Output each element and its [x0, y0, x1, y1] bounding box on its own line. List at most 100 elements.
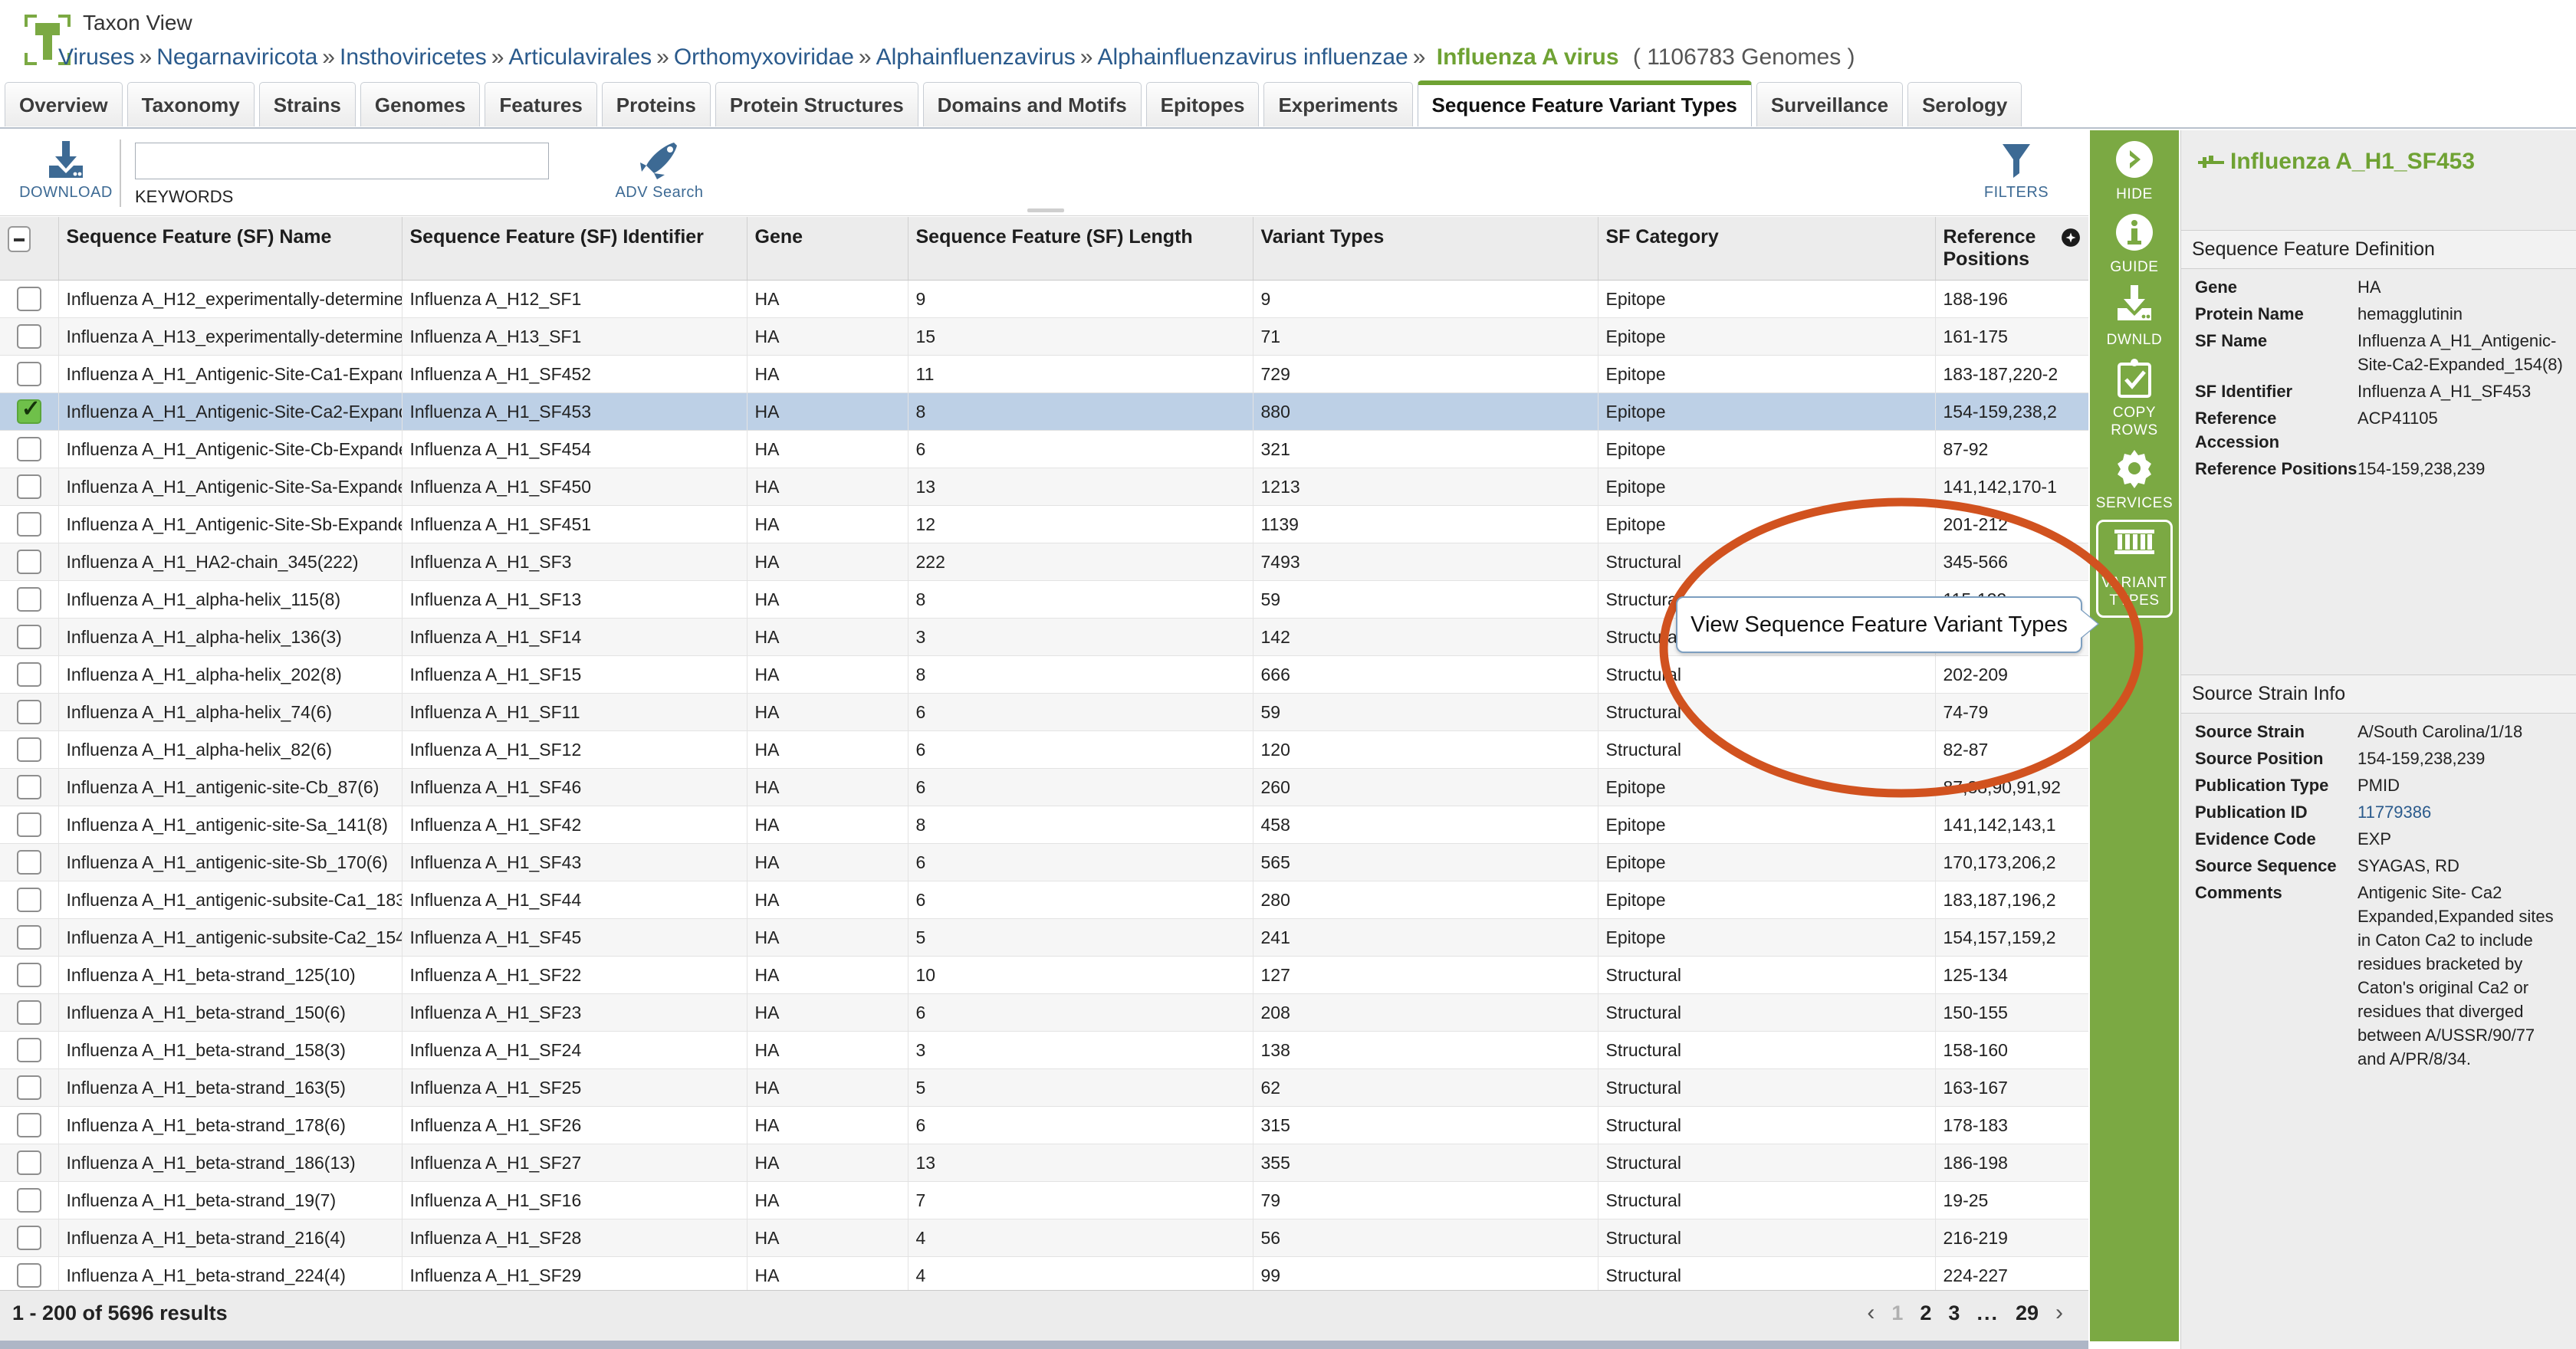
- table-row[interactable]: Influenza A_H1_alpha-helix_82(6) Influenz…: [0, 730, 2088, 769]
- column-settings-icon[interactable]: [2061, 228, 2081, 248]
- breadcrumb-item-6[interactable]: Alphainfluenzavirus influenzae: [1097, 44, 1408, 70]
- checkbox-icon[interactable]: [16, 287, 41, 311]
- checkbox-icon[interactable]: [16, 362, 41, 386]
- row-checkbox-cell[interactable]: [0, 843, 59, 881]
- source-strain-value[interactable]: 11779386: [2358, 800, 2566, 824]
- table-row[interactable]: Influenza A_H1_antigenic-subsite-Ca1_183…: [0, 881, 2088, 919]
- breadcrumb-item-1[interactable]: Negarnaviricota: [156, 44, 317, 70]
- table-row[interactable]: Influenza A_H1_alpha-helix_202(8) Influen…: [0, 655, 2088, 694]
- checkbox-icon[interactable]: [16, 587, 41, 612]
- pagination-prev[interactable]: ‹: [1858, 1300, 1883, 1326]
- table-row[interactable]: Influenza A_H1_antigenic-site-Cb_87(6) In…: [0, 768, 2088, 806]
- rail-item-copy-rows[interactable]: COPY ROWS: [2090, 356, 2179, 439]
- table-row[interactable]: Influenza A_H1_beta-strand_224(4) Influen…: [0, 1256, 2088, 1290]
- checkbox-icon[interactable]: [16, 474, 41, 499]
- table-row[interactable]: Influenza A_H1_beta-strand_216(4) Influen…: [0, 1219, 2088, 1257]
- checkbox-icon[interactable]: [16, 1113, 41, 1137]
- column-header-variant-types[interactable]: Variant Types: [1253, 217, 1598, 281]
- row-checkbox-cell[interactable]: [0, 618, 59, 656]
- checkbox-icon[interactable]: [16, 1263, 41, 1288]
- breadcrumb-item-0[interactable]: Viruses: [58, 44, 135, 70]
- row-checkbox-cell[interactable]: [0, 1031, 59, 1069]
- breadcrumb-item-3[interactable]: Articulavirales: [508, 44, 652, 70]
- pagination-page-3[interactable]: 3: [1940, 1301, 1968, 1325]
- breadcrumb-item-4[interactable]: Orthomyxoviridae: [674, 44, 854, 70]
- checkbox-icon[interactable]: [16, 625, 41, 649]
- breadcrumb-current[interactable]: Influenza A virus: [1437, 44, 1619, 70]
- checkbox-icon[interactable]: [16, 1000, 41, 1025]
- breadcrumb-item-2[interactable]: Insthoviricetes: [340, 44, 487, 70]
- row-checkbox-cell[interactable]: [0, 1256, 59, 1290]
- table-row[interactable]: Influenza A_H1_beta-strand_163(5) Influen…: [0, 1068, 2088, 1107]
- rail-item-services[interactable]: SERVICES: [2090, 447, 2179, 512]
- tab-protein-structures[interactable]: Protein Structures: [715, 82, 918, 126]
- column-header-gene[interactable]: Gene: [747, 217, 909, 281]
- tab-experiments[interactable]: Experiments: [1263, 82, 1413, 126]
- checkbox-icon[interactable]: [16, 550, 41, 574]
- pagination-page-2[interactable]: 2: [1911, 1301, 1940, 1325]
- row-checkbox-cell[interactable]: [0, 543, 59, 581]
- row-checkbox-cell[interactable]: [0, 1144, 59, 1182]
- tab-strains[interactable]: Strains: [258, 82, 356, 126]
- breadcrumb-item-5[interactable]: Alphainfluenzavirus: [876, 44, 1076, 70]
- adv-search-button[interactable]: ADV Search: [606, 139, 713, 202]
- checkbox-icon[interactable]: [16, 812, 41, 837]
- tab-overview[interactable]: Overview: [5, 82, 123, 126]
- column-header-sf-length[interactable]: Sequence Feature (SF) Length: [908, 217, 1254, 281]
- rail-item-dwnld[interactable]: DWNLD: [2090, 284, 2179, 349]
- checkbox-icon[interactable]: [16, 1150, 41, 1175]
- row-checkbox-cell[interactable]: [0, 693, 59, 731]
- table-row[interactable]: Influenza A_H1_beta-strand_150(6) Influen…: [0, 993, 2088, 1032]
- row-checkbox-cell[interactable]: [0, 280, 59, 318]
- row-checkbox-cell[interactable]: [0, 655, 59, 694]
- row-checkbox-cell[interactable]: [0, 468, 59, 506]
- row-checkbox-cell[interactable]: [0, 505, 59, 543]
- table-row[interactable]: Influenza A_H1_beta-strand_186(13) Influe…: [0, 1144, 2088, 1182]
- column-header-sf-identifier[interactable]: Sequence Feature (SF) Identifier: [402, 217, 748, 281]
- filters-button[interactable]: FILTERS: [1963, 139, 2070, 202]
- pagination-page-1[interactable]: 1: [1883, 1301, 1911, 1325]
- table-row[interactable]: Influenza A_H1_Antigenic-Site-Ca2-Expand…: [0, 392, 2088, 431]
- row-checkbox-cell[interactable]: [0, 1106, 59, 1144]
- row-checkbox-cell[interactable]: [0, 355, 59, 393]
- tab-domains-and-motifs[interactable]: Domains and Motifs: [922, 82, 1142, 126]
- checkbox-icon[interactable]: [16, 888, 41, 912]
- checkbox-icon[interactable]: [16, 737, 41, 762]
- checkbox-icon[interactable]: [16, 850, 41, 875]
- table-row[interactable]: Influenza A_H1_HA2-chain_345(222) Influen…: [0, 543, 2088, 581]
- column-header-sf-category[interactable]: SF Category: [1598, 217, 1936, 281]
- rail-item-hide[interactable]: HIDE: [2090, 138, 2179, 203]
- tab-sequence-feature-variant-types[interactable]: Sequence Feature Variant Types: [1417, 80, 1752, 126]
- checkbox-icon[interactable]: [16, 963, 41, 987]
- table-row[interactable]: Influenza A_H1_beta-strand_178(6) Influen…: [0, 1106, 2088, 1144]
- pagination-page-29[interactable]: 29: [2007, 1301, 2047, 1325]
- tab-taxonomy[interactable]: Taxonomy: [127, 82, 255, 126]
- row-checkbox-cell[interactable]: [0, 430, 59, 468]
- row-checkbox-cell[interactable]: [0, 918, 59, 957]
- deselect-all-icon[interactable]: [8, 226, 31, 252]
- tab-features[interactable]: Features: [485, 82, 597, 126]
- checkbox-icon[interactable]: [16, 1038, 41, 1062]
- table-row[interactable]: Influenza A_H1_antigenic-site-Sa_141(8) I…: [0, 806, 2088, 844]
- table-row[interactable]: Influenza A_H1_Antigenic-Site-Cb-Expande…: [0, 430, 2088, 468]
- table-row[interactable]: Influenza A_H1_beta-strand_125(10) Influe…: [0, 956, 2088, 994]
- source-strain-link[interactable]: 11779386: [2358, 803, 2431, 822]
- row-checkbox-cell[interactable]: [0, 956, 59, 994]
- row-checkbox-cell[interactable]: [0, 1219, 59, 1257]
- row-checkbox-cell[interactable]: [0, 881, 59, 919]
- row-checkbox-cell[interactable]: [0, 392, 59, 431]
- row-checkbox-cell[interactable]: [0, 806, 59, 844]
- rail-item-variant-types[interactable]: VARIANT TYPES: [2096, 520, 2173, 618]
- checkbox-icon[interactable]: [16, 1188, 41, 1213]
- tab-epitopes[interactable]: Epitopes: [1145, 82, 1260, 126]
- checkbox-icon[interactable]: [16, 925, 41, 950]
- checkbox-icon[interactable]: [16, 1075, 41, 1100]
- tab-serology[interactable]: Serology: [1907, 82, 2022, 126]
- rail-item-guide[interactable]: GUIDE: [2090, 211, 2179, 276]
- select-all-header[interactable]: [0, 217, 59, 281]
- column-header-sf-name[interactable]: Sequence Feature (SF) Name: [58, 217, 402, 281]
- search-input[interactable]: [135, 143, 549, 179]
- checkbox-icon[interactable]: [16, 700, 41, 724]
- row-checkbox-cell[interactable]: [0, 1181, 59, 1219]
- tab-proteins[interactable]: Proteins: [601, 82, 711, 126]
